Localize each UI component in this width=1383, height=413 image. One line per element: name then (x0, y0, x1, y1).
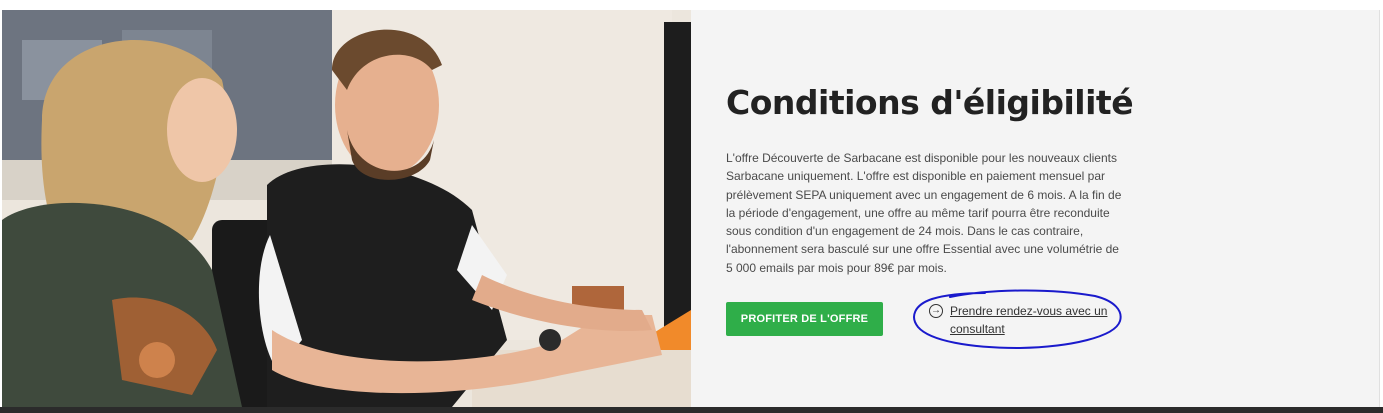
hero-photo (2, 10, 691, 407)
photo-illustration (2, 10, 691, 407)
top-bar (0, 0, 1383, 10)
section-description: L'offre Découverte de Sarbacane est disp… (726, 151, 1122, 275)
section-title: Conditions d'éligibilité (726, 83, 1134, 122)
profiter-offre-button[interactable]: PROFITER DE L'OFFRE (726, 302, 883, 336)
footer-bar (0, 407, 1383, 413)
arrow-right-circle-icon: → (929, 304, 943, 318)
eligibility-panel: Conditions d'éligibilité L'offre Découve… (691, 10, 1379, 407)
consultant-link-label[interactable]: Prendre rendez-vous avec un consultant (950, 303, 1114, 338)
consultant-appointment-link[interactable]: → Prendre rendez-vous avec un consultant (929, 303, 1114, 338)
page-edge (1379, 10, 1383, 407)
